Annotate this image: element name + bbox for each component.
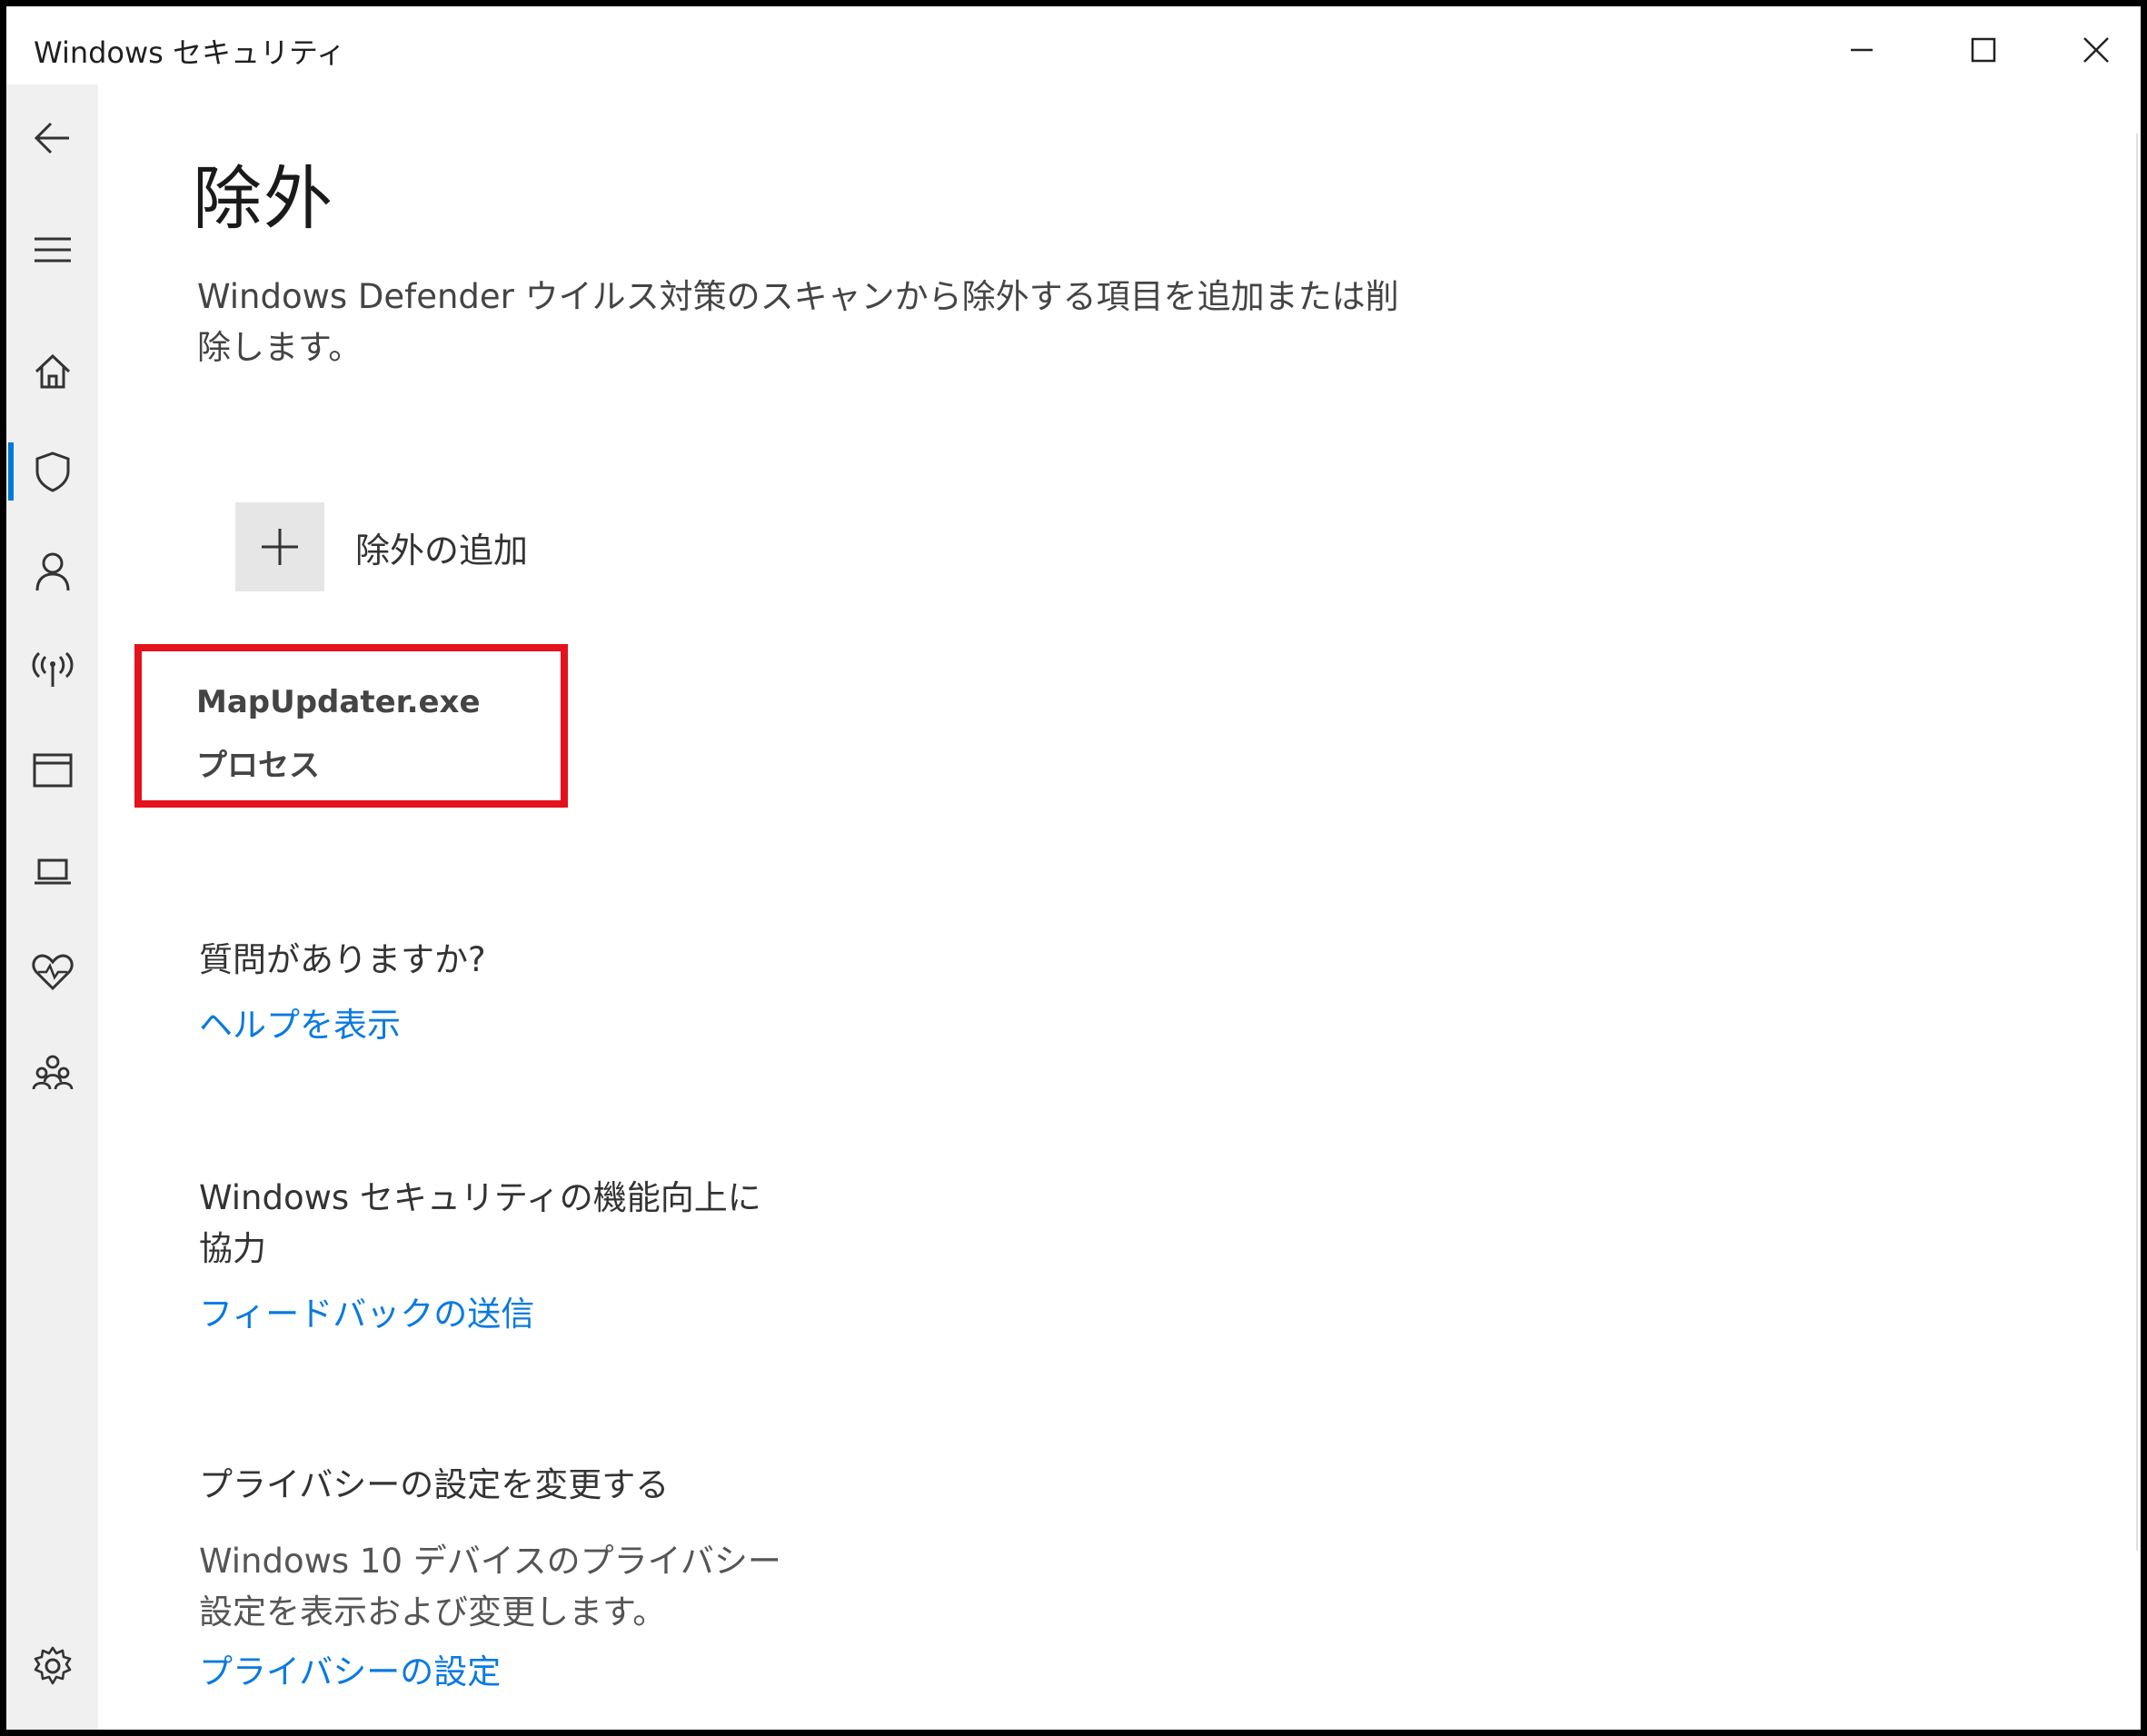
home-icon bbox=[35, 353, 70, 389]
nav-rail bbox=[6, 84, 98, 1730]
family-icon bbox=[32, 1055, 73, 1090]
scrollbar-track[interactable] bbox=[2136, 134, 2138, 1551]
privacy-heading: プライバシーの設定を変更する bbox=[199, 1465, 670, 1504]
minimize-button[interactable] bbox=[1821, 21, 1903, 79]
settings-button[interactable] bbox=[6, 1630, 98, 1702]
nav-item-app-browser-control[interactable] bbox=[6, 734, 98, 807]
maximize-button[interactable] bbox=[1943, 21, 2024, 79]
nav-item-virus-protection[interactable] bbox=[6, 435, 98, 508]
plus-icon bbox=[262, 529, 298, 565]
settings-gear-icon bbox=[34, 1646, 71, 1685]
privacy-settings-link[interactable]: プライバシーの設定 bbox=[199, 1647, 501, 1698]
help-heading: 質問がありますか? bbox=[199, 940, 486, 979]
wireless-antenna-icon bbox=[32, 651, 73, 687]
page-description: Windows Defender ウイルス対策のスキャンから除外する項目を追加ま… bbox=[197, 277, 1399, 367]
window-title: Windows セキュリティ bbox=[34, 35, 346, 70]
maximize-icon bbox=[1971, 37, 1996, 63]
nav-item-home[interactable] bbox=[6, 335, 98, 408]
app-browser-icon bbox=[33, 753, 72, 788]
title-bar: Windows セキュリティ bbox=[6, 6, 2141, 84]
laptop-icon bbox=[34, 858, 71, 885]
active-indicator bbox=[8, 442, 14, 501]
feedback-heading: Windows セキュリティの機能向上に協力 bbox=[199, 1178, 761, 1268]
feedback-section: Windows セキュリティの機能向上に協力 フィードバックの送信 bbox=[199, 1173, 780, 1340]
nav-item-device-health[interactable] bbox=[6, 936, 98, 1008]
exclusion-type: プロセス bbox=[196, 748, 320, 784]
shield-icon bbox=[35, 451, 69, 492]
add-exclusion-button[interactable]: 除外の追加 bbox=[235, 502, 528, 591]
privacy-description: Windows 10 デバイスのプライバシー設定を表示および変更します。 bbox=[199, 1542, 781, 1632]
nav-item-firewall-network[interactable] bbox=[6, 634, 98, 707]
add-exclusion-label: 除外の追加 bbox=[355, 530, 529, 570]
exclusion-list-item[interactable]: MapUpdater.exe プロセス bbox=[134, 644, 568, 808]
back-button[interactable] bbox=[6, 102, 98, 174]
minimize-icon bbox=[1851, 48, 1873, 52]
hamburger-menu-icon bbox=[34, 237, 71, 263]
exclusion-name: MapUpdater.exe bbox=[196, 684, 481, 720]
privacy-section: プライバシーの設定を変更する Windows 10 デバイスのプライバシー設定を… bbox=[199, 1460, 799, 1698]
page-title: 除外 bbox=[193, 158, 334, 239]
help-section: 質問がありますか? ヘルプを表示 bbox=[199, 935, 835, 1051]
close-icon bbox=[2083, 37, 2109, 63]
back-icon bbox=[34, 122, 69, 154]
get-help-link[interactable]: ヘルプを表示 bbox=[199, 1000, 401, 1051]
send-feedback-link[interactable]: フィードバックの送信 bbox=[199, 1289, 534, 1340]
nav-item-account-protection[interactable] bbox=[6, 535, 98, 608]
plus-icon-box bbox=[235, 502, 324, 591]
nav-item-device-security[interactable] bbox=[6, 835, 98, 908]
menu-button[interactable] bbox=[6, 213, 98, 286]
person-icon bbox=[35, 552, 69, 591]
app-window: Windows セキュリティ 除外 Windows Defender ウイルス対… bbox=[0, 0, 2147, 1736]
heart-health-icon bbox=[31, 954, 74, 991]
close-button[interactable] bbox=[2055, 21, 2137, 79]
nav-item-family-options[interactable] bbox=[6, 1037, 98, 1109]
